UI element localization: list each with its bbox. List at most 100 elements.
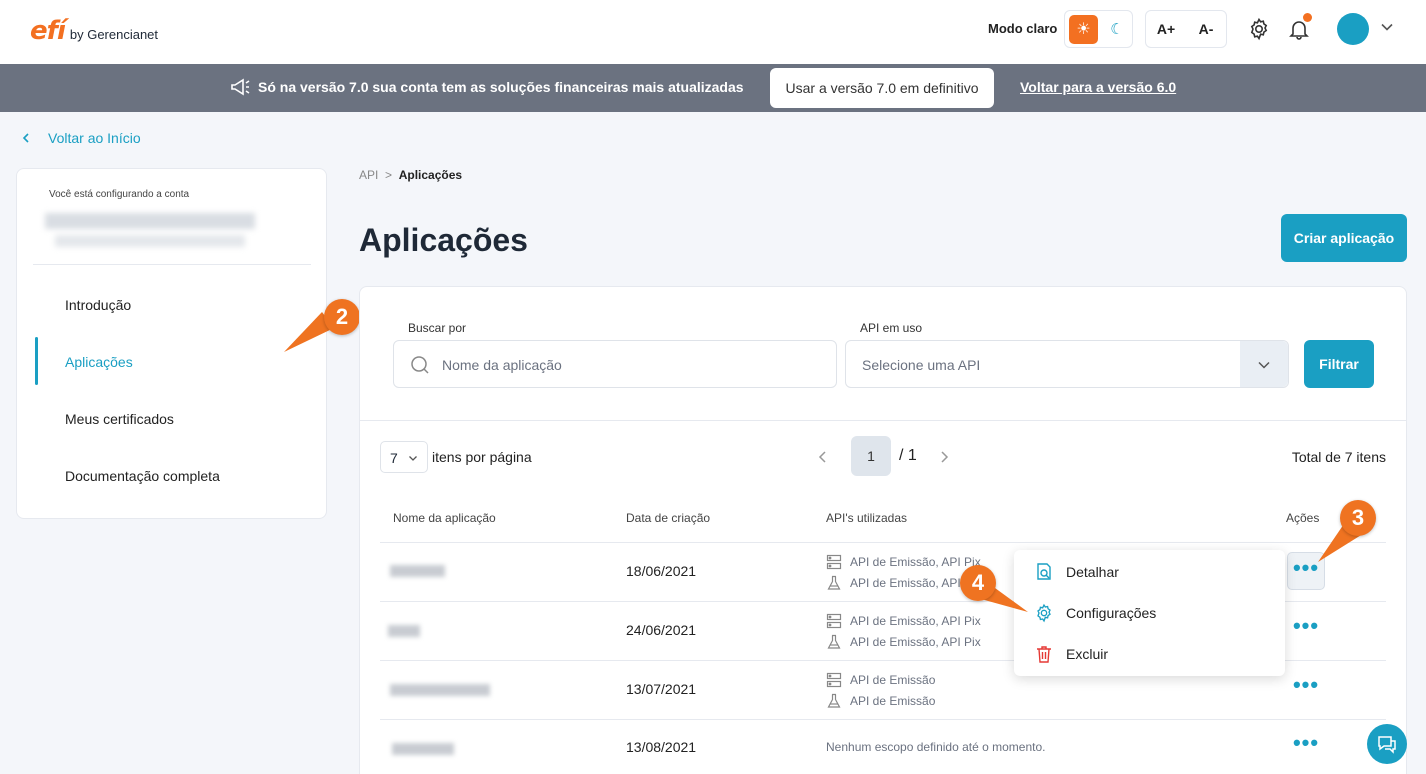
menu-item-detalhar[interactable]: Detalhar — [1034, 562, 1119, 582]
sidebar-item-documentacao[interactable]: Documentação completa — [65, 468, 220, 484]
redacted-app-name — [388, 625, 420, 637]
active-indicator — [35, 337, 38, 385]
api-empty-text: Nenhum escopo definido até o momento. — [826, 740, 1046, 754]
api-select-toggle[interactable] — [1240, 341, 1288, 387]
logo-byline: by Gerencianet — [69, 27, 159, 42]
divider — [360, 420, 1406, 421]
api-select[interactable]: Selecione uma API — [845, 340, 1289, 388]
megaphone-icon — [231, 78, 250, 96]
breadcrumb-root[interactable]: API — [359, 168, 378, 182]
total-items: Total de 7 itens — [1291, 449, 1386, 465]
trash-icon — [1037, 646, 1051, 663]
mode-label: Modo claro — [988, 21, 1058, 36]
table-cell-date: 13/08/2021 — [626, 739, 697, 755]
api-homologation-text: API de Emissão — [850, 694, 936, 708]
menu-item-label: Detalhar — [1066, 564, 1119, 580]
search-label: Buscar por — [408, 321, 467, 335]
server-icon — [826, 672, 842, 688]
flask-icon — [827, 575, 841, 590]
api-homologation: API de Emissão — [826, 693, 935, 709]
top-header: efí by Gerencianet Modo claro ☀ ☾ A+ A- — [0, 0, 1426, 64]
flask-icon — [827, 634, 841, 649]
api-homologation-text: API de Emissão, API Pix — [850, 635, 981, 649]
step-marker-2: 2 — [324, 299, 360, 335]
theme-toggle[interactable]: ☀ ☾ — [1064, 10, 1133, 48]
chevron-down-icon — [409, 456, 417, 461]
table-cell-date: 24/06/2021 — [626, 622, 697, 638]
step-marker-3: 3 — [1340, 500, 1376, 536]
page-number-input[interactable]: 1 — [851, 436, 891, 476]
sun-icon[interactable]: ☀ — [1069, 15, 1098, 44]
column-header-date: Data de criação — [626, 511, 711, 525]
api-homologation: API de Emissão, API Pix — [826, 634, 981, 650]
page-title: Aplicações — [359, 222, 528, 258]
avatar[interactable] — [1337, 13, 1369, 45]
redacted-account-detail — [55, 235, 245, 247]
api-production: API de Emissão, API Pix — [826, 554, 981, 570]
breadcrumb-separator: > — [385, 168, 393, 182]
api-production-text: API de Emissão — [850, 673, 936, 687]
font-decrease-button[interactable]: A- — [1186, 11, 1226, 47]
divider — [33, 264, 311, 265]
per-page-select[interactable]: 7 — [380, 441, 428, 473]
table-cell-date: 18/06/2021 — [626, 563, 697, 579]
back-to-home-link[interactable]: Voltar ao Início — [20, 130, 141, 146]
api-label: API em uso — [860, 321, 923, 335]
menu-item-label: Excluir — [1066, 646, 1109, 662]
use-version-7-button[interactable]: Usar a versão 7.0 em definitivo — [770, 68, 994, 108]
menu-item-label: Configurações — [1066, 605, 1157, 621]
back-link-label: Voltar ao Início — [48, 130, 141, 146]
per-page-value: 7 — [390, 450, 398, 466]
chevron-down-icon — [1258, 361, 1270, 369]
column-header-apis: API's utilizadas — [826, 511, 907, 525]
row-actions-button[interactable]: ••• — [1287, 611, 1325, 649]
menu-item-excluir[interactable]: Excluir — [1034, 644, 1108, 664]
create-application-button[interactable]: Criar aplicação — [1281, 214, 1407, 262]
gear-icon[interactable] — [1247, 17, 1271, 41]
row-actions-button[interactable]: ••• — [1287, 728, 1325, 766]
step-marker-4: 4 — [960, 565, 996, 601]
chevron-left-icon[interactable] — [816, 450, 830, 464]
banner-text: Só na versão 7.0 sua conta tem as soluçõ… — [258, 79, 744, 95]
chat-icon — [1378, 736, 1396, 754]
efi-logo[interactable]: efí by Gerencianet — [30, 16, 158, 46]
column-header-name: Nome da aplicação — [393, 511, 496, 525]
breadcrumb: API > Aplicações — [359, 168, 462, 182]
api-production: API de Emissão — [826, 672, 935, 688]
moon-icon[interactable]: ☾ — [1105, 15, 1129, 44]
api-production-text: API de Emissão, API Pix — [850, 555, 981, 569]
server-icon — [826, 554, 842, 570]
account-caption: Você está configurando a conta — [49, 189, 190, 200]
search-input[interactable]: Nome da aplicação — [393, 340, 837, 388]
sidebar-item-certificados[interactable]: Meus certificados — [65, 411, 174, 427]
version-banner: Só na versão 7.0 sua conta tem as soluçõ… — [0, 64, 1426, 112]
menu-item-configuracoes[interactable]: Configurações — [1034, 603, 1156, 623]
sidebar-item-introducao[interactable]: Introdução — [65, 297, 131, 313]
search-icon — [411, 356, 429, 374]
divider — [380, 719, 1386, 720]
help-chat-button[interactable] — [1367, 724, 1407, 764]
api-production: API de Emissão, API Pix — [826, 613, 981, 629]
per-page-label: itens por página — [432, 449, 532, 465]
filter-button[interactable]: Filtrar — [1304, 340, 1374, 388]
table-cell-date: 13/07/2021 — [626, 681, 697, 697]
logo-mark: efí — [30, 16, 66, 46]
chevron-down-icon[interactable] — [1380, 20, 1394, 34]
flask-icon — [827, 693, 841, 708]
sidebar-item-aplicacoes[interactable]: Aplicações — [65, 354, 133, 370]
redacted-app-name — [390, 684, 490, 696]
row-actions-button[interactable]: ••• — [1287, 670, 1325, 708]
chevron-right-icon[interactable] — [937, 450, 951, 464]
font-increase-button[interactable]: A+ — [1146, 11, 1186, 47]
row-actions-menu: Detalhar Configurações Excluir — [1014, 550, 1285, 676]
back-to-version-6-link[interactable]: Voltar para a versão 6.0 — [1020, 79, 1176, 95]
redacted-account-name — [45, 213, 255, 229]
search-placeholder: Nome da aplicação — [442, 357, 562, 373]
applications-card: Buscar por Nome da aplicação API em uso … — [359, 286, 1407, 774]
redacted-app-name — [392, 743, 454, 755]
api-select-placeholder: Selecione uma API — [862, 357, 981, 373]
font-size-controls: A+ A- — [1145, 10, 1227, 48]
notification-dot — [1303, 13, 1312, 22]
chevron-left-icon — [22, 133, 29, 143]
divider — [380, 542, 1386, 543]
